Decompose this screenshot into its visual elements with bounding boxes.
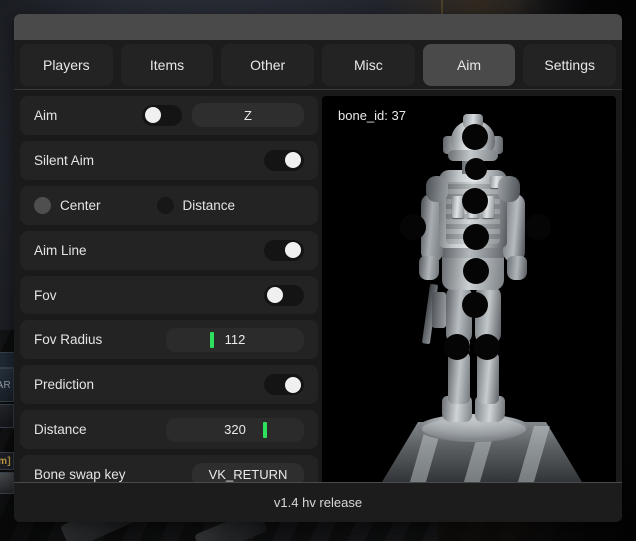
setting-row-aim-line: Aim Line — [20, 230, 318, 270]
bone-marker-arm-right[interactable] — [525, 214, 551, 240]
setting-row-silent-aim: Silent Aim — [20, 140, 318, 180]
setting-label-distance: Distance — [34, 422, 87, 438]
bone-marker-hip[interactable] — [462, 292, 488, 318]
bone-marker-chest[interactable] — [462, 188, 488, 214]
model-shoulder-right — [498, 176, 520, 202]
tab-other-label: Other — [250, 56, 286, 73]
tab-items[interactable]: Items — [120, 43, 214, 86]
model-hand-left — [419, 256, 439, 280]
cheat-menu-window: Players Items Other Misc Aim Settings Ai… — [14, 14, 622, 522]
model-shoulder-left — [426, 176, 448, 202]
bone-marker-head[interactable] — [462, 124, 488, 150]
toggle-aim-line[interactable] — [264, 239, 304, 261]
tab-items-label: Items — [149, 56, 185, 73]
tab-settings-label: Settings — [544, 56, 595, 73]
setting-row-aim: Aim Z — [20, 96, 318, 135]
slider-handle[interactable] — [209, 331, 214, 348]
model-holster — [432, 292, 446, 328]
setting-row-target-mode: Center Distance — [20, 185, 318, 225]
radio-center[interactable]: Center — [34, 196, 101, 214]
toggle-prediction[interactable] — [264, 374, 304, 396]
tab-settings[interactable]: Settings — [523, 43, 617, 86]
tab-other[interactable]: Other — [221, 43, 315, 86]
tab-content-aim: Aim Z Silent Aim Center Distance Aim Lin… — [14, 90, 622, 495]
setting-row-distance: Distance 320 — [20, 410, 318, 450]
window-titlebar[interactable] — [14, 14, 622, 40]
setting-label-silent-aim: Silent Aim — [34, 152, 95, 168]
tab-players-label: Players — [42, 56, 90, 73]
setting-label-bone-swap-key: Bone swap key — [34, 467, 126, 483]
toggle-knob — [285, 242, 301, 259]
radio-center-label: Center — [60, 197, 101, 213]
bone-marker-knee-left[interactable] — [444, 334, 470, 360]
window-footer: v1.4 hv release — [14, 482, 622, 522]
bone-preview-panel[interactable]: bone_id: 37 — [322, 96, 616, 494]
toggle-fov[interactable] — [264, 284, 304, 306]
radio-distance-label: Distance — [182, 197, 236, 213]
slider-handle[interactable] — [263, 421, 268, 438]
tab-misc-label: Misc — [353, 56, 383, 73]
model-hand-right — [507, 256, 527, 280]
toggle-silent-aim[interactable] — [264, 149, 304, 171]
keybind-bone-swap-value: VK_RETURN — [208, 467, 288, 483]
background-hud-chip-5 — [0, 472, 14, 494]
setting-label-fov-radius: Fov Radius — [34, 332, 103, 348]
setting-row-prediction: Prediction — [20, 365, 318, 405]
setting-label-aim: Aim — [34, 107, 58, 123]
setting-row-fov: Fov — [20, 275, 318, 315]
keybind-aim-value: Z — [244, 107, 252, 123]
setting-row-fov-radius: Fov Radius 112 — [20, 320, 318, 360]
slider-distance[interactable]: 320 — [166, 417, 304, 442]
tab-aim-label: Aim — [456, 56, 482, 73]
tab-aim[interactable]: Aim — [422, 43, 516, 86]
bone-marker-pelvis[interactable] — [463, 258, 489, 284]
bone-id-label: bone_id: 37 — [338, 108, 406, 123]
tab-players[interactable]: Players — [20, 43, 113, 86]
version-label: v1.4 hv release — [273, 495, 363, 510]
tab-misc[interactable]: Misc — [322, 43, 415, 86]
background-hud-chip-3 — [0, 404, 14, 428]
aim-settings-list: Aim Z Silent Aim Center Distance Aim Lin… — [20, 96, 318, 495]
keybind-aim[interactable]: Z — [192, 103, 304, 128]
background-hud-chip-2: AR — [0, 368, 14, 402]
radio-distance-indicator — [156, 196, 174, 214]
bone-marker-knee-right[interactable] — [474, 334, 500, 360]
radio-center-indicator — [34, 196, 51, 214]
slider-fov-radius-value: 112 — [224, 332, 246, 348]
radio-distance[interactable]: Distance — [156, 196, 236, 214]
setting-label-prediction: Prediction — [34, 377, 95, 393]
bone-marker-neck[interactable] — [465, 158, 487, 180]
tab-bar: Players Items Other Misc Aim Settings — [14, 40, 622, 90]
toggle-knob — [285, 152, 301, 169]
background-hud-chip-4: m] — [0, 452, 14, 470]
toggle-knob — [145, 107, 161, 124]
setting-label-aim-line: Aim Line — [34, 242, 87, 258]
toggle-aim[interactable] — [142, 104, 182, 126]
slider-fov-radius[interactable]: 112 — [166, 327, 304, 352]
toggle-knob — [285, 376, 301, 393]
model-pedestal-top — [422, 418, 526, 440]
slider-distance-value: 320 — [224, 422, 246, 438]
bone-marker-stomach[interactable] — [463, 224, 489, 250]
bone-marker-arm-left[interactable] — [400, 214, 426, 240]
setting-label-fov: Fov — [34, 287, 57, 303]
toggle-knob — [267, 287, 283, 303]
